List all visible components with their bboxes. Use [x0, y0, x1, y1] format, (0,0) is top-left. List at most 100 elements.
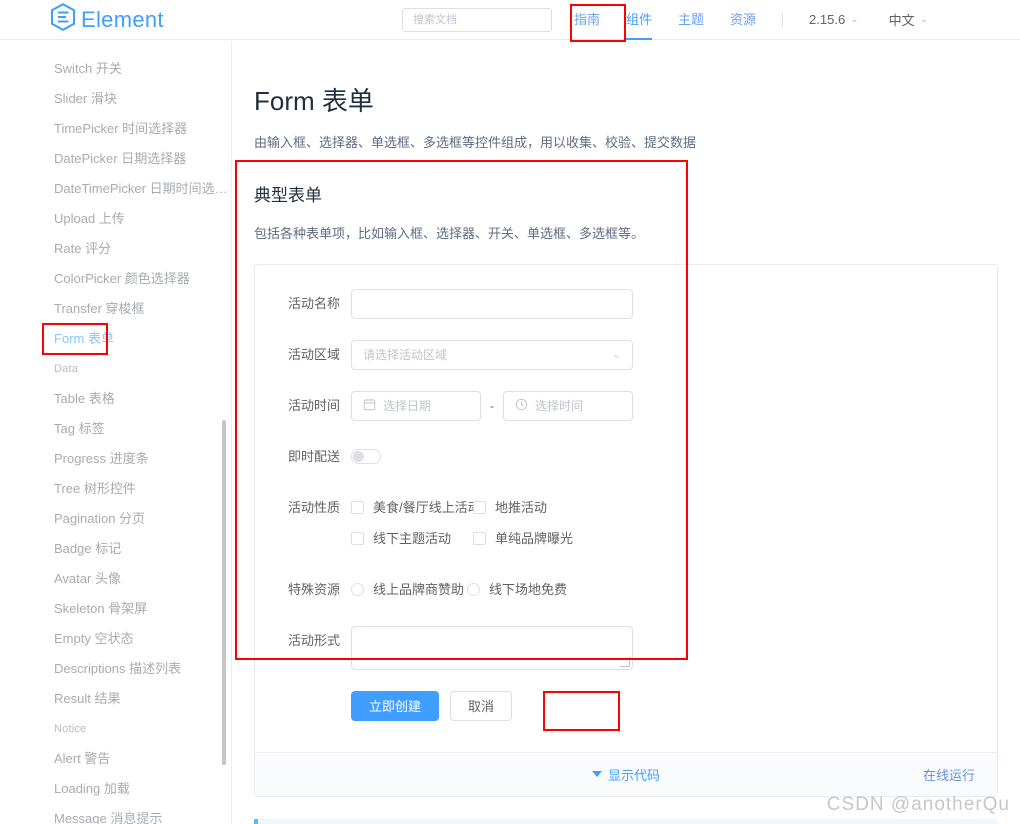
sidebar-item-transfer[interactable]: Transfer 穿梭框 [0, 294, 231, 324]
form-row-activity-time: 活动时间 选择日期 - 选择时间 [279, 390, 973, 421]
sidebar-item-tree[interactable]: Tree 树形控件 [0, 474, 231, 504]
sidebar-item-pagination[interactable]: Pagination 分页 [0, 504, 231, 534]
sidebar-item-label: Rate 评分 [54, 241, 112, 256]
radio-online-sponsor[interactable]: 线上品牌商赞助 [351, 575, 467, 605]
label-special-resource: 特殊资源 [287, 581, 340, 597]
radio-offline-venue-free[interactable]: 线下场地免费 [467, 575, 567, 605]
activity-time-picker[interactable]: 选择时间 [503, 390, 633, 421]
sidebar-item-label: Form 表单 [54, 331, 114, 346]
checkbox-box-icon [473, 501, 486, 515]
sidebar-item-alert[interactable]: Alert 警告 [0, 744, 231, 774]
checkbox-label: 地推活动 [495, 499, 548, 515]
checkbox-label: 单纯品牌曝光 [495, 530, 574, 546]
nav-item-guide-label: 指南 [573, 11, 600, 27]
form-row-special-resource: 特殊资源 线上品牌商赞助 线下场地免费 [279, 575, 973, 605]
sidebar-item-switch[interactable]: Switch 开关 [0, 54, 231, 84]
clock-icon [515, 398, 528, 414]
language-label: 中文 [888, 13, 915, 28]
sidebar-item-label: Switch 开关 [54, 61, 122, 76]
label-activity-zone: 活动区域 [287, 346, 340, 362]
sidebar-item-upload[interactable]: Upload 上传 [0, 204, 231, 234]
activity-zone-select[interactable]: 请选择活动区域 ⌄ [351, 339, 633, 370]
sidebar-item-message[interactable]: Message 消息提示 [0, 804, 231, 824]
nav-item-resource[interactable]: 资源 [730, 0, 756, 40]
run-online-label: 在线运行 [922, 767, 975, 783]
sidebar-item-label: Descriptions 描述列表 [54, 661, 182, 676]
demo-card: 活动名称 活动区域 请选择活动区域 ⌄ 活动时间 选择日期 - 选择时间 即时配… [254, 263, 998, 797]
sidebar-item-table[interactable]: Table 表格 [0, 384, 231, 414]
sidebar-item-rate[interactable]: Rate 评分 [0, 234, 231, 264]
radio-circle-icon [467, 583, 480, 597]
sidebar-item-timepicker[interactable]: TimePicker 时间选择器 [0, 114, 231, 144]
sidebar-item-descriptions[interactable]: Descriptions 描述列表 [0, 654, 231, 684]
chevron-down-icon: ⌄ [919, 13, 928, 25]
form-button-row: 立即创建 取消 [351, 690, 973, 721]
instant-delivery-switch[interactable] [351, 448, 381, 464]
sidebar-scrollbar[interactable] [222, 420, 226, 765]
activity-name-input[interactable] [351, 288, 633, 319]
search-box[interactable] [401, 7, 552, 32]
label-instant-delivery: 即时配送 [287, 448, 340, 464]
radio-label: 线下场地免费 [489, 581, 568, 597]
checkbox-ground-promo[interactable]: 地推活动 [473, 493, 547, 523]
sidebar-item-label: DatePicker 日期选择器 [54, 151, 187, 166]
sidebar-item-slider[interactable]: Slider 滑块 [0, 84, 231, 114]
label-activity-form: 活动形式 [287, 632, 340, 648]
sidebar-item-label: Alert 警告 [54, 751, 111, 766]
run-online-link[interactable]: 在线运行 [923, 765, 975, 784]
language-selector[interactable]: 中文 ⌄ [889, 10, 928, 29]
search-input[interactable] [410, 12, 543, 27]
form-row-activity-form: 活动形式 [279, 625, 973, 670]
nav-item-components[interactable]: 组件 [626, 0, 653, 40]
sidebar-item-label: Loading 加载 [54, 781, 130, 796]
sidebar-item-colorpicker[interactable]: ColorPicker 颜色选择器 [0, 264, 231, 294]
cancel-button-label: 取消 [468, 699, 495, 715]
cancel-button[interactable]: 取消 [450, 690, 513, 721]
sidebar-item-progress[interactable]: Progress 进度条 [0, 444, 231, 474]
sidebar-item-label: Message 消息提示 [54, 811, 163, 824]
csdn-watermark: CSDN @anotherQu [826, 794, 1010, 815]
sidebar-item-avatar[interactable]: Avatar 头像 [0, 564, 231, 594]
page-description: 由输入框、选择器、单选框、多选框等控件组成，用以收集、校验、提交数据 [254, 135, 697, 151]
checkbox-offline-theme[interactable]: 线下主题活动 [351, 524, 473, 554]
create-now-button[interactable]: 立即创建 [351, 690, 440, 721]
sidebar-item-skeleton[interactable]: Skeleton 骨架屏 [0, 594, 231, 624]
sidebar-item-label: Slider 滑块 [54, 91, 117, 106]
brand-logo[interactable]: Element [50, 0, 164, 40]
form-row-activity-name: 活动名称 [279, 288, 973, 319]
sidebar-item-loading[interactable]: Loading 加载 [0, 774, 231, 804]
activity-form-textarea[interactable] [351, 625, 633, 670]
sidebar-item-label: Avatar 头像 [54, 571, 121, 586]
control-activity-zone: 请选择活动区域 ⌄ [351, 339, 973, 370]
activity-date-picker[interactable]: 选择日期 [351, 390, 481, 421]
checkbox-brand-exposure[interactable]: 单纯品牌曝光 [473, 524, 573, 554]
show-code-toggle[interactable]: 显示代码 [591, 765, 660, 784]
activity-date-placeholder: 选择日期 [383, 399, 432, 414]
sidebar-item-tag[interactable]: Tag 标签 [0, 414, 231, 444]
header-right-group: 指南 组件 主题 资源 2.15.6 ⌄ 中文 ⌄ [401, 0, 1020, 40]
radio-circle-icon [351, 583, 364, 597]
sidebar-item-label: Progress 进度条 [54, 451, 149, 466]
create-now-button-label: 立即创建 [369, 699, 422, 715]
sidebar-item-empty[interactable]: Empty 空状态 [0, 624, 231, 654]
sidebar-nav[interactable]: Switch 开关 Slider 滑块 TimePicker 时间选择器 Dat… [0, 41, 232, 824]
sidebar-item-label: Pagination 分页 [54, 511, 146, 526]
checkbox-food-online[interactable]: 美食/餐厅线上活动 [351, 493, 481, 523]
sidebar-item-label: DateTimePicker 日期时间选择器 [54, 181, 231, 196]
checkbox-box-icon [473, 532, 486, 546]
sidebar-group-data: Data [0, 354, 231, 384]
sidebar-item-label: Upload 上传 [54, 211, 125, 226]
version-selector[interactable]: 2.15.6 ⌄ [809, 12, 859, 27]
sidebar-item-badge[interactable]: Badge 标记 [0, 534, 231, 564]
tip-block: W3C 标准中有如下规定: When there is only one sin… [254, 818, 998, 824]
nav-item-theme[interactable]: 主题 [678, 0, 704, 40]
sidebar-item-datetimepicker[interactable]: DateTimePicker 日期时间选择器 [0, 174, 231, 204]
switch-knob [353, 450, 364, 462]
sidebar-item-form[interactable]: Form 表单 [0, 324, 231, 354]
nav-item-guide[interactable]: 指南 [574, 0, 600, 40]
sidebar-item-label: Result 结果 [54, 691, 121, 706]
sidebar-item-result[interactable]: Result 结果 [0, 684, 231, 714]
sidebar-group-notice: Notice [0, 714, 231, 744]
sidebar-item-datepicker[interactable]: DatePicker 日期选择器 [0, 144, 231, 174]
form-row-activity-zone: 活动区域 请选择活动区域 ⌄ [279, 339, 973, 370]
